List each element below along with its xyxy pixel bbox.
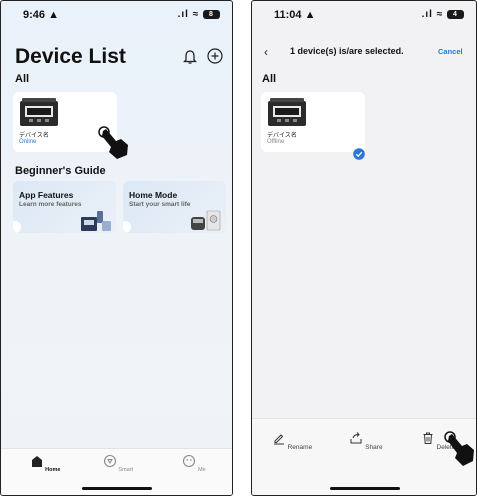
share-button[interactable]: Share — [344, 431, 388, 451]
page-title: Device List — [15, 45, 126, 68]
battery-icon: 8 — [203, 9, 220, 19]
device-card[interactable]: デバイス名 Offline — [261, 92, 365, 160]
smart-icon — [103, 454, 116, 468]
person-icon: ▲ — [48, 9, 59, 21]
tab-label: Smart — [118, 467, 134, 473]
home-icon — [31, 456, 42, 467]
bell-icon[interactable] — [183, 49, 197, 65]
device-status: Offline — [267, 139, 285, 145]
checkmark-icon[interactable] — [353, 148, 365, 160]
device-list-screen: 9:46 ▲ .ıl ≈ 8 Device List All デバイス名 Onl… — [0, 0, 233, 496]
guide-decor-dot — [13, 221, 21, 233]
guide-card-app-features[interactable]: App Features Learn more features — [13, 181, 116, 233]
share-icon — [350, 432, 362, 444]
tab-smart[interactable]: Smart — [98, 454, 138, 473]
status-bar: 9:46 ▲ .ıl ≈ 8 — [1, 1, 232, 27]
device-name: デバイス名 — [267, 133, 297, 139]
power-station-image — [20, 98, 58, 126]
tab-bar: Home Smart Me — [1, 448, 232, 495]
tab-me[interactable]: Me — [174, 454, 214, 473]
guide-title: Home Mode — [129, 190, 178, 200]
home-indicator — [330, 487, 400, 490]
guide-subtitle: Learn more features — [19, 201, 82, 208]
section-guide-label: Beginner's Guide — [15, 165, 106, 177]
back-chevron-icon[interactable]: ‹ — [264, 45, 268, 59]
power-station-image — [268, 98, 306, 126]
person-icon: ▲ — [304, 9, 316, 21]
rename-button[interactable]: Rename — [270, 431, 314, 451]
guide-subtitle: Start your smart life — [129, 201, 191, 208]
section-all-label: All — [15, 73, 30, 85]
status-time: 11:04 ▲ — [274, 9, 316, 21]
tab-home[interactable]: Home — [25, 454, 65, 473]
device-select-screen: 11:04 ▲ .ıl ≈ 4 ‹ 1 device(s) is/are sel… — [251, 0, 477, 496]
device-status: Online — [19, 139, 37, 145]
device-name: デバイス名 — [19, 133, 49, 139]
status-icons: .ıl ≈ 4 — [422, 9, 464, 20]
wifi-icon: ≈ — [436, 9, 444, 20]
home-appliances-illustration — [191, 210, 221, 231]
trash-icon — [423, 432, 433, 444]
signal-icon: .ıl — [177, 9, 189, 20]
add-device-icon[interactable] — [207, 48, 223, 64]
selection-title: 1 device(s) is/are selected. — [290, 46, 404, 56]
action-label: Share — [365, 444, 383, 451]
me-icon — [183, 454, 196, 468]
section-all-label: All — [262, 73, 277, 85]
hand-pointer-icon — [444, 431, 474, 466]
devices-illustration — [81, 211, 111, 231]
rename-icon — [273, 434, 284, 445]
home-indicator — [82, 487, 152, 490]
guide-title: App Features — [19, 190, 74, 200]
battery-icon: 4 — [447, 9, 464, 19]
action-label: Rename — [287, 444, 313, 451]
signal-icon: .ıl — [421, 9, 433, 20]
wifi-icon: ≈ — [192, 9, 200, 20]
cancel-button[interactable]: Cancel — [438, 47, 463, 56]
status-icons: .ıl ≈ 8 — [178, 9, 220, 20]
guide-card-home-mode[interactable]: Home Mode Start your smart life — [123, 181, 226, 233]
tab-label: Home — [45, 467, 61, 473]
tab-label: Me — [197, 467, 206, 473]
guide-decor-dot — [123, 221, 131, 233]
hand-pointer-icon — [98, 126, 128, 159]
status-bar: 11:04 ▲ .ıl ≈ 4 — [252, 1, 476, 27]
status-time: 9:46 ▲ — [23, 9, 59, 21]
